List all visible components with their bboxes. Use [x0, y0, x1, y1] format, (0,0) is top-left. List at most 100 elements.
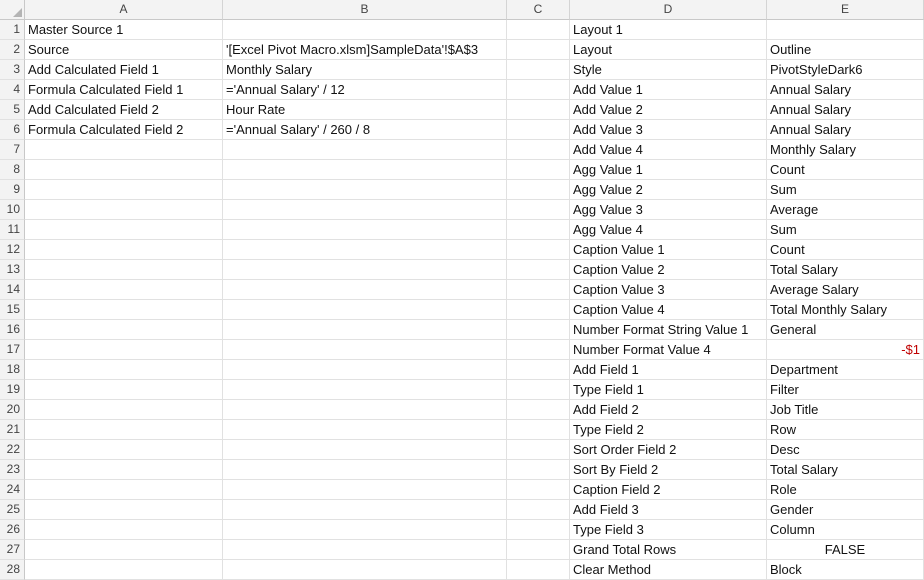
cell-e17[interactable]: -$1: [767, 340, 924, 360]
cell-a11[interactable]: [25, 220, 223, 240]
cell-b6[interactable]: ='Annual Salary' / 260 / 8: [223, 120, 507, 140]
cell-a7[interactable]: [25, 140, 223, 160]
cell-b13[interactable]: [223, 260, 507, 280]
cell-a2[interactable]: Source: [25, 40, 223, 60]
cell-c26[interactable]: [507, 520, 570, 540]
cell-e6[interactable]: Annual Salary: [767, 120, 924, 140]
column-header-e[interactable]: E: [767, 0, 924, 20]
cell-d4[interactable]: Add Value 1: [570, 80, 767, 100]
cell-d15[interactable]: Caption Value 4: [570, 300, 767, 320]
row-header[interactable]: 12: [0, 240, 25, 260]
row-header[interactable]: 10: [0, 200, 25, 220]
cell-d5[interactable]: Add Value 2: [570, 100, 767, 120]
cell-a15[interactable]: [25, 300, 223, 320]
row-header[interactable]: 16: [0, 320, 25, 340]
column-header-b[interactable]: B: [223, 0, 507, 20]
column-header-c[interactable]: C: [507, 0, 570, 20]
cell-c1[interactable]: [507, 20, 570, 40]
cell-d26[interactable]: Type Field 3: [570, 520, 767, 540]
cell-b27[interactable]: [223, 540, 507, 560]
cell-a14[interactable]: [25, 280, 223, 300]
cell-e3[interactable]: PivotStyleDark6: [767, 60, 924, 80]
cell-a18[interactable]: [25, 360, 223, 380]
row-header[interactable]: 9: [0, 180, 25, 200]
cell-c24[interactable]: [507, 480, 570, 500]
cell-d6[interactable]: Add Value 3: [570, 120, 767, 140]
cell-e19[interactable]: Filter: [767, 380, 924, 400]
row-header[interactable]: 1: [0, 20, 25, 40]
cell-b7[interactable]: [223, 140, 507, 160]
cell-b19[interactable]: [223, 380, 507, 400]
cell-e21[interactable]: Row: [767, 420, 924, 440]
cell-e13[interactable]: Total Salary: [767, 260, 924, 280]
cell-a27[interactable]: [25, 540, 223, 560]
cell-a28[interactable]: [25, 560, 223, 580]
cell-e8[interactable]: Count: [767, 160, 924, 180]
cell-d7[interactable]: Add Value 4: [570, 140, 767, 160]
cell-a13[interactable]: [25, 260, 223, 280]
cell-d19[interactable]: Type Field 1: [570, 380, 767, 400]
cell-b11[interactable]: [223, 220, 507, 240]
cell-e26[interactable]: Column: [767, 520, 924, 540]
cell-d13[interactable]: Caption Value 2: [570, 260, 767, 280]
cell-d1[interactable]: Layout 1: [570, 20, 767, 40]
cell-d25[interactable]: Add Field 3: [570, 500, 767, 520]
row-header[interactable]: 3: [0, 60, 25, 80]
cell-a26[interactable]: [25, 520, 223, 540]
column-header-a[interactable]: A: [25, 0, 223, 20]
cell-c10[interactable]: [507, 200, 570, 220]
cell-d14[interactable]: Caption Value 3: [570, 280, 767, 300]
row-header[interactable]: 22: [0, 440, 25, 460]
cell-a8[interactable]: [25, 160, 223, 180]
cell-d23[interactable]: Sort By Field 2: [570, 460, 767, 480]
cell-d20[interactable]: Add Field 2: [570, 400, 767, 420]
cell-c18[interactable]: [507, 360, 570, 380]
cell-b21[interactable]: [223, 420, 507, 440]
row-header[interactable]: 20: [0, 400, 25, 420]
row-header[interactable]: 17: [0, 340, 25, 360]
cell-c11[interactable]: [507, 220, 570, 240]
cell-b12[interactable]: [223, 240, 507, 260]
cell-a16[interactable]: [25, 320, 223, 340]
cell-b20[interactable]: [223, 400, 507, 420]
cell-b10[interactable]: [223, 200, 507, 220]
cell-e5[interactable]: Annual Salary: [767, 100, 924, 120]
cell-d16[interactable]: Number Format String Value 1: [570, 320, 767, 340]
cell-a23[interactable]: [25, 460, 223, 480]
cell-d27[interactable]: Grand Total Rows: [570, 540, 767, 560]
cell-c9[interactable]: [507, 180, 570, 200]
cell-e12[interactable]: Count: [767, 240, 924, 260]
row-header[interactable]: 8: [0, 160, 25, 180]
cell-b17[interactable]: [223, 340, 507, 360]
cell-d2[interactable]: Layout: [570, 40, 767, 60]
cell-b9[interactable]: [223, 180, 507, 200]
cell-b4[interactable]: ='Annual Salary' / 12: [223, 80, 507, 100]
cell-a21[interactable]: [25, 420, 223, 440]
cell-c15[interactable]: [507, 300, 570, 320]
cell-c23[interactable]: [507, 460, 570, 480]
cell-e9[interactable]: Sum: [767, 180, 924, 200]
cell-d28[interactable]: Clear Method: [570, 560, 767, 580]
cell-d3[interactable]: Style: [570, 60, 767, 80]
cell-b26[interactable]: [223, 520, 507, 540]
cell-a9[interactable]: [25, 180, 223, 200]
row-header[interactable]: 23: [0, 460, 25, 480]
row-header[interactable]: 27: [0, 540, 25, 560]
cell-b28[interactable]: [223, 560, 507, 580]
cell-d9[interactable]: Agg Value 2: [570, 180, 767, 200]
row-header[interactable]: 5: [0, 100, 25, 120]
column-header-d[interactable]: D: [570, 0, 767, 20]
cell-c16[interactable]: [507, 320, 570, 340]
cell-c27[interactable]: [507, 540, 570, 560]
row-header[interactable]: 18: [0, 360, 25, 380]
row-header[interactable]: 28: [0, 560, 25, 580]
row-header[interactable]: 2: [0, 40, 25, 60]
select-all-corner[interactable]: [0, 0, 25, 20]
cell-c2[interactable]: [507, 40, 570, 60]
cell-e27[interactable]: FALSE: [767, 540, 924, 560]
cell-b23[interactable]: [223, 460, 507, 480]
row-header[interactable]: 11: [0, 220, 25, 240]
cell-b2[interactable]: '[Excel Pivot Macro.xlsm]SampleData'!$A$…: [223, 40, 507, 60]
cell-a25[interactable]: [25, 500, 223, 520]
cell-e23[interactable]: Total Salary: [767, 460, 924, 480]
